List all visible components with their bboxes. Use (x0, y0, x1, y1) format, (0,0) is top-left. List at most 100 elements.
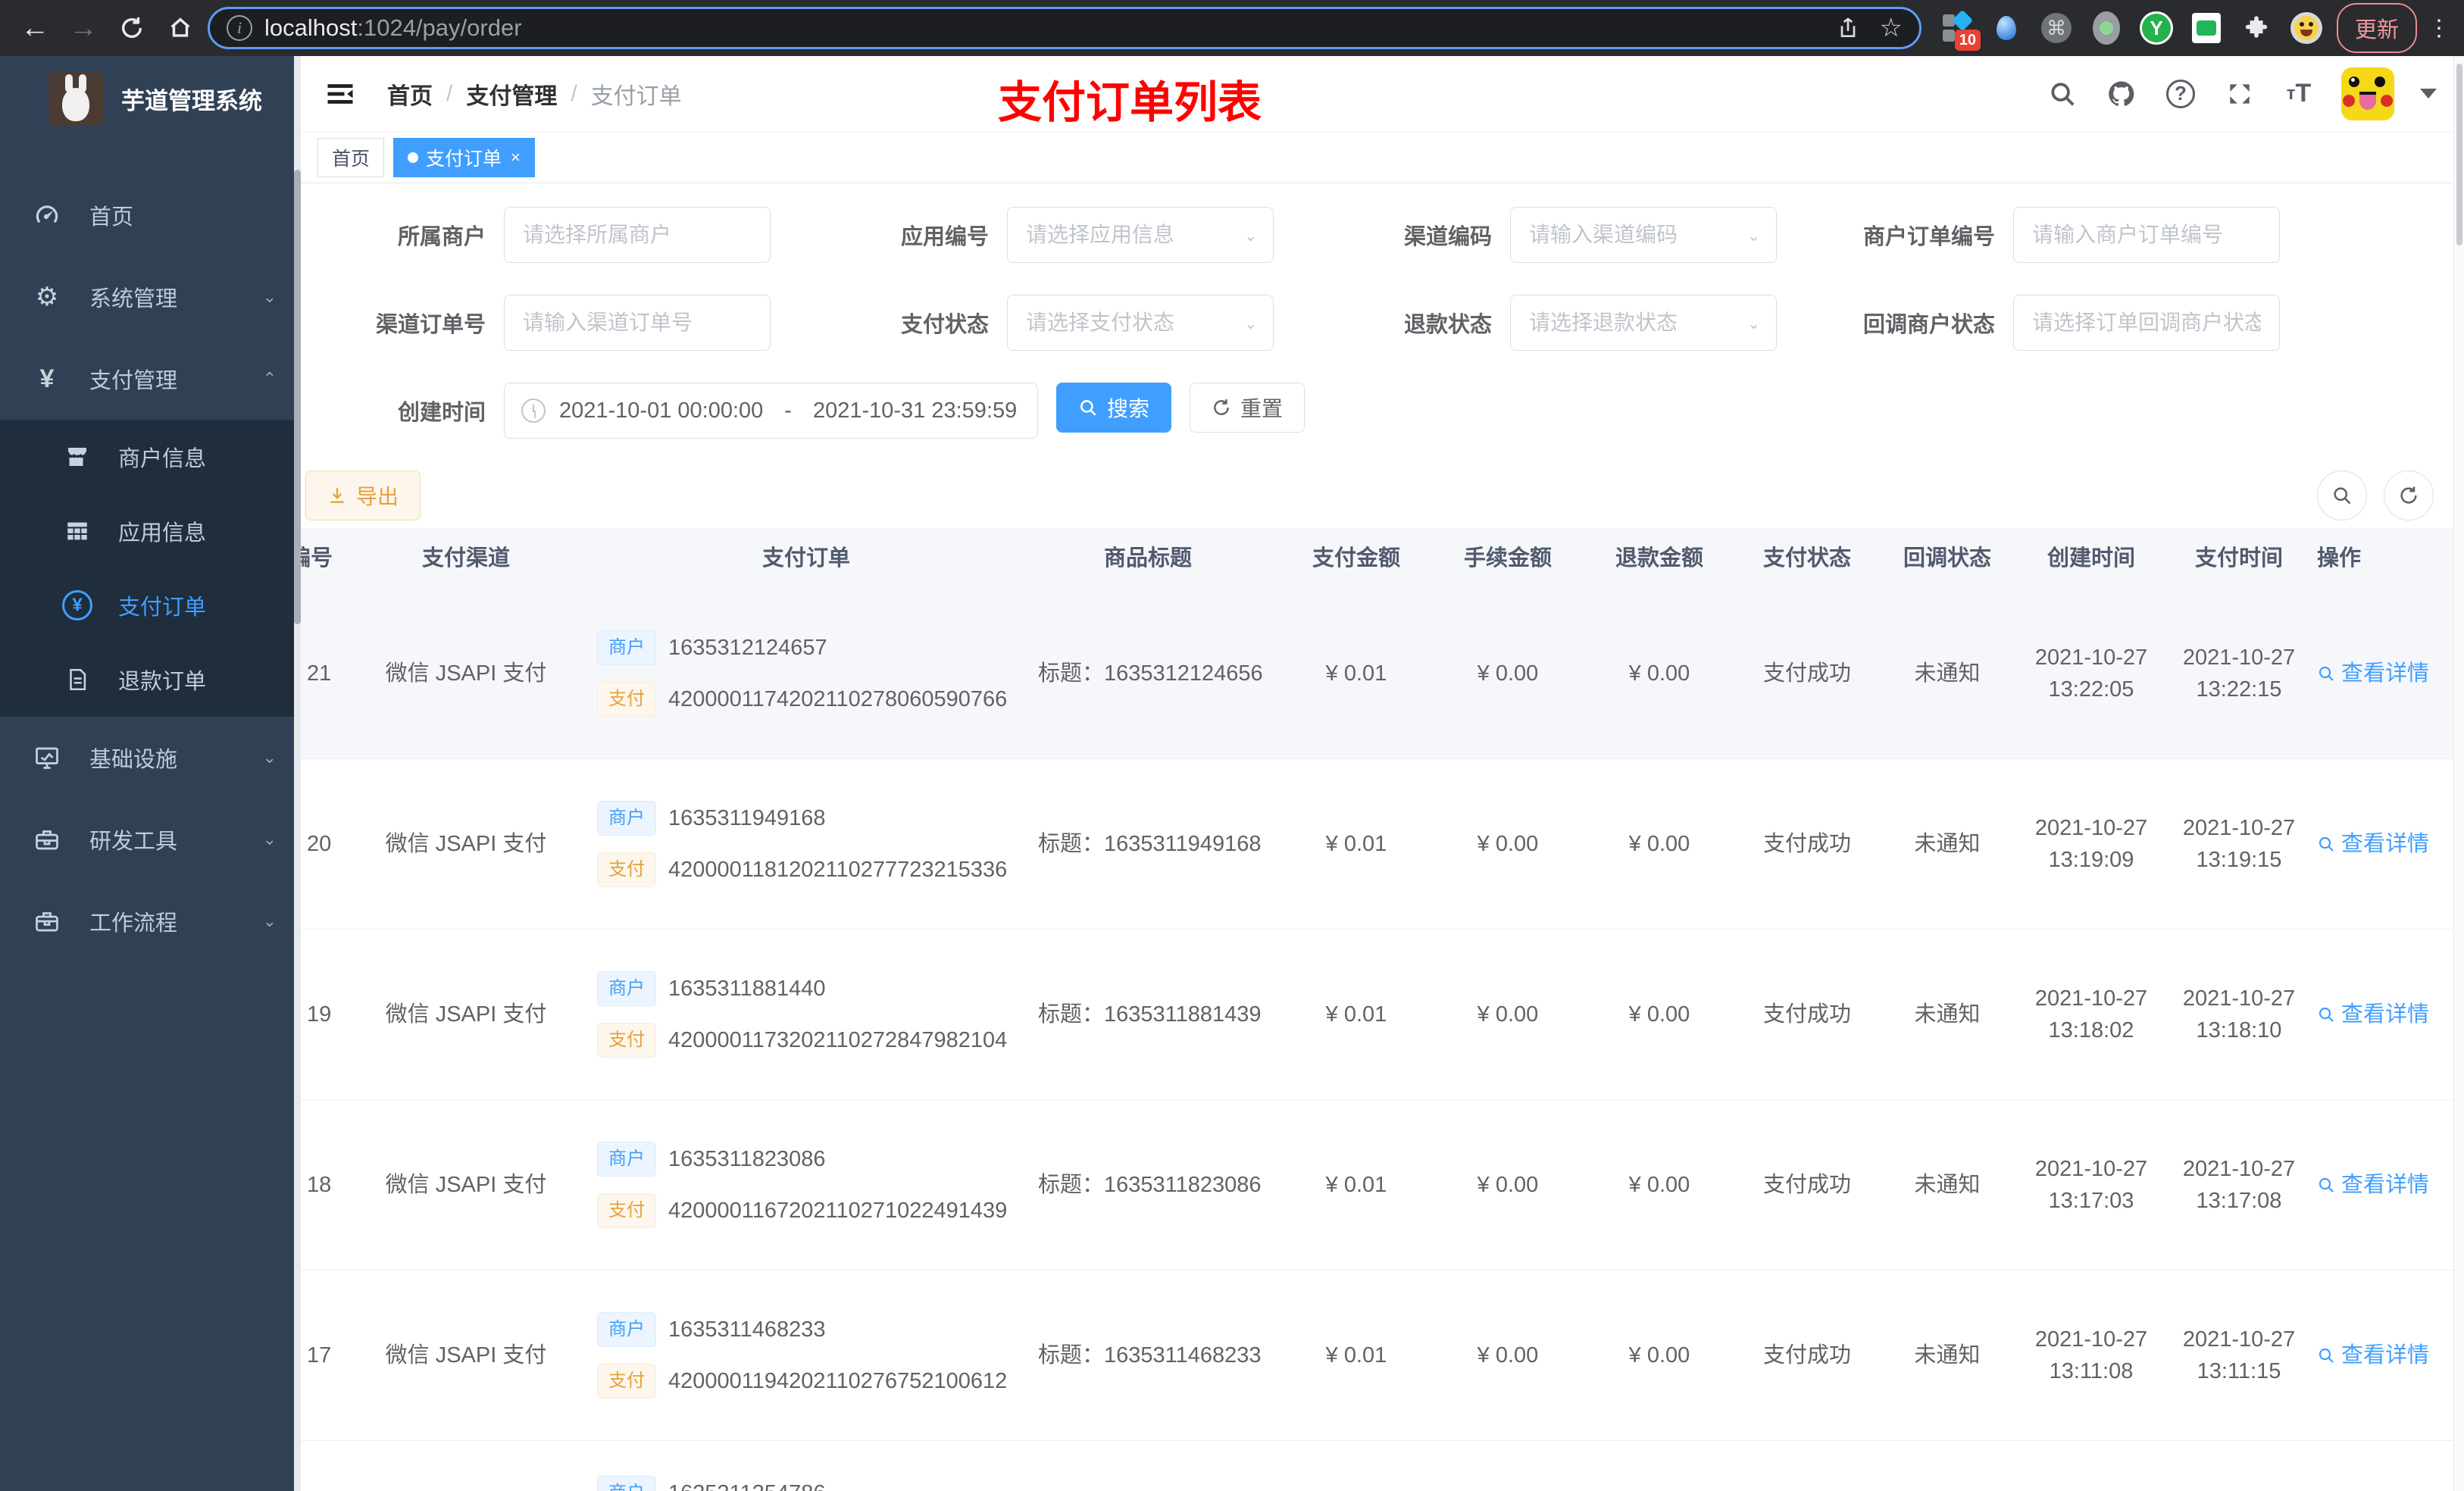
extension-chat-icon[interactable] (2190, 11, 2223, 45)
search-icon (2319, 1177, 2334, 1192)
sidebar-item-refund-order[interactable]: 退款订单 (0, 642, 301, 717)
refund-status-select[interactable] (1510, 295, 1777, 351)
main-panel: 首页 / 支付管理 / 支付订单 支付订单列表 ? тT 首页 支付订单 × 所… (301, 56, 2464, 1491)
sidebar-scrollbar[interactable] (294, 56, 301, 1491)
browser-toolbar: ← → i localhost:1024/pay/order ☆ 10 ⌘ Y … (0, 0, 2464, 56)
share-icon[interactable] (1836, 16, 1860, 40)
export-button[interactable]: 导出 (305, 470, 421, 520)
breadcrumb-home[interactable]: 首页 (387, 77, 433, 111)
sidebar-item-home[interactable]: 首页 (0, 174, 301, 256)
fullscreen-icon[interactable] (2223, 77, 2256, 111)
app-select[interactable] (1007, 207, 1274, 263)
table-row[interactable]: 18 微信 JSAPI 支付 商户 1635311823086 支付 4200001… (301, 1100, 2453, 1271)
table-row[interactable]: 19 微信 JSAPI 支付 商户 1635311881440 支付 4200001… (301, 930, 2453, 1100)
clock-icon (521, 399, 546, 423)
active-dot-icon (408, 152, 419, 163)
cell-no: 19 (307, 1002, 332, 1027)
browser-menu-icon[interactable]: ⋮ (2428, 15, 2450, 42)
browser-back-button[interactable]: ← (14, 7, 56, 49)
sidebar-collapse-icon[interactable] (319, 73, 361, 115)
notify-status-select[interactable] (2013, 295, 2280, 351)
extension-command-icon[interactable]: ⌘ (2040, 11, 2073, 45)
browser-reload-button[interactable] (111, 7, 153, 49)
cell-notify: 未通知 (1914, 1343, 1981, 1368)
app-window: 芋道管理系统 首页 ⚙ 系统管理 ⌄ ¥ 支付管理 ⌃ 商户信息 应用信息 ¥ … (0, 56, 2464, 1491)
sidebar-item-pay-order[interactable]: ¥ 支付订单 (0, 568, 301, 642)
view-detail-link[interactable]: 查看详情 (2317, 999, 2429, 1030)
close-icon[interactable]: × (511, 148, 521, 167)
user-avatar[interactable] (2341, 67, 2394, 120)
browser-forward-button[interactable]: → (62, 7, 105, 49)
cell-create-time: 2021-10-27 13:17:03 (2034, 1156, 2148, 1213)
sidebar-item-system[interactable]: ⚙ 系统管理 ⌄ (0, 256, 301, 338)
sidebar-item-app-info[interactable]: 应用信息 (0, 494, 301, 568)
extension-badge-icon[interactable]: 10 (1940, 9, 1981, 51)
view-detail-link[interactable]: 查看详情 (2317, 828, 2429, 860)
cell-action: 查看详情 (2311, 999, 2453, 1030)
cell-title: 标题：1635311823086 (1038, 1172, 1262, 1197)
site-info-icon[interactable]: i (227, 15, 252, 41)
sidebar-item-workflow[interactable]: 工作流程 ⌄ (0, 880, 301, 962)
merchant-order-no-input[interactable] (2013, 207, 2280, 263)
github-icon[interactable] (2105, 77, 2138, 111)
channel-order-no-input[interactable] (504, 295, 771, 351)
sidebar-item-dev-tools[interactable]: 研发工具 ⌄ (0, 799, 301, 880)
table-row[interactable]: 17 微信 JSAPI 支付 商户 1635311468233 支付 4200001… (301, 1271, 2453, 1441)
header-notify: 回调状态 (1903, 545, 1991, 570)
help-icon[interactable]: ? (2164, 77, 2197, 111)
address-bar[interactable]: i localhost:1024/pay/order ☆ (208, 7, 1921, 49)
dashboard-icon (30, 201, 64, 230)
tag-pay-order[interactable]: 支付订单 × (393, 137, 535, 177)
sidebar-item-label: 应用信息 (118, 521, 207, 545)
merchant-select[interactable] (504, 207, 771, 263)
cell-pay-time: 2021-10-27 13:11:15 (2182, 1327, 2296, 1383)
table-row-partial[interactable]: 商户 1635311354786 (301, 1441, 2453, 1491)
pay-status-select[interactable] (1007, 295, 1274, 351)
extension-record-icon[interactable] (2090, 11, 2123, 45)
browser-update-button[interactable]: 更新 (2336, 3, 2417, 53)
table-row[interactable]: 20 微信 JSAPI 支付 商户 1635311949168 支付 4200001… (301, 759, 2453, 930)
cell-refund: ¥ 0.00 (1628, 831, 1690, 856)
extension-y-icon[interactable]: Y (2139, 11, 2173, 45)
extension-badge-count: 10 (1954, 30, 1981, 51)
cell-fee: ¥ 0.00 (1477, 661, 1539, 686)
breadcrumb-pay-manage[interactable]: 支付管理 (466, 77, 557, 111)
page-scrollbar-thumb[interactable] (2456, 64, 2462, 245)
sidebar-item-payment[interactable]: ¥ 支付管理 ⌃ (0, 338, 301, 420)
toggle-search-button[interactable] (2317, 470, 2367, 520)
header-no: 编号 (301, 545, 333, 570)
download-icon (330, 488, 344, 503)
avatar-caret-icon[interactable] (2420, 89, 2437, 98)
reset-button[interactable]: 重置 (1190, 383, 1305, 433)
bookmark-star-icon[interactable]: ☆ (1880, 13, 1903, 43)
view-detail-link[interactable]: 查看详情 (2317, 1169, 2429, 1201)
merchant-order-no: 1635312124657 (668, 635, 827, 660)
font-size-icon[interactable]: тT (2282, 77, 2315, 111)
view-detail-link[interactable]: 查看详情 (2317, 658, 2429, 689)
extension-balloon-icon[interactable] (1990, 11, 2023, 45)
refresh-table-button[interactable] (2384, 470, 2434, 520)
tag-home[interactable]: 首页 (317, 137, 385, 177)
cell-fee: ¥ 0.00 (1477, 831, 1539, 856)
puzzle-icon (2245, 16, 2268, 38)
profile-avatar-icon[interactable] (2290, 11, 2323, 45)
date-range-input[interactable]: 2021-10-01 00:00:00 - 2021-10-31 23:59:5… (504, 383, 1038, 439)
table-row[interactable]: 21 微信 JSAPI 支付 商户 1635312124657 支付 4200001… (301, 589, 2453, 759)
cell-notify: 未通知 (1914, 1002, 1981, 1027)
sidebar-logo[interactable]: 芋道管理系统 (0, 56, 301, 141)
search-icon[interactable] (2046, 77, 2079, 111)
extensions-puzzle-icon[interactable] (2240, 11, 2273, 45)
view-detail-link[interactable]: 查看详情 (2317, 1339, 2429, 1371)
sidebar-scrollbar-thumb[interactable] (294, 170, 301, 624)
cell-no: 20 (307, 831, 332, 856)
sidebar-item-infra[interactable]: 基础设施 ⌄ (0, 717, 301, 799)
cell-fee: ¥ 0.00 (1477, 1172, 1539, 1197)
page-scrollbar[interactable] (2453, 56, 2464, 1491)
merchant-order-no: 1635311881440 (668, 976, 826, 1001)
cell-pay-order: 商户 1635311823086 支付 4200001167202110271022… (561, 1142, 1015, 1228)
search-button[interactable]: 搜索 (1056, 383, 1172, 433)
chevron-down-icon: ⌄ (262, 911, 277, 930)
channel-code-select[interactable] (1510, 207, 1777, 263)
browser-home-button[interactable] (159, 7, 202, 49)
sidebar-item-merchant-info[interactable]: 商户信息 (0, 420, 301, 494)
